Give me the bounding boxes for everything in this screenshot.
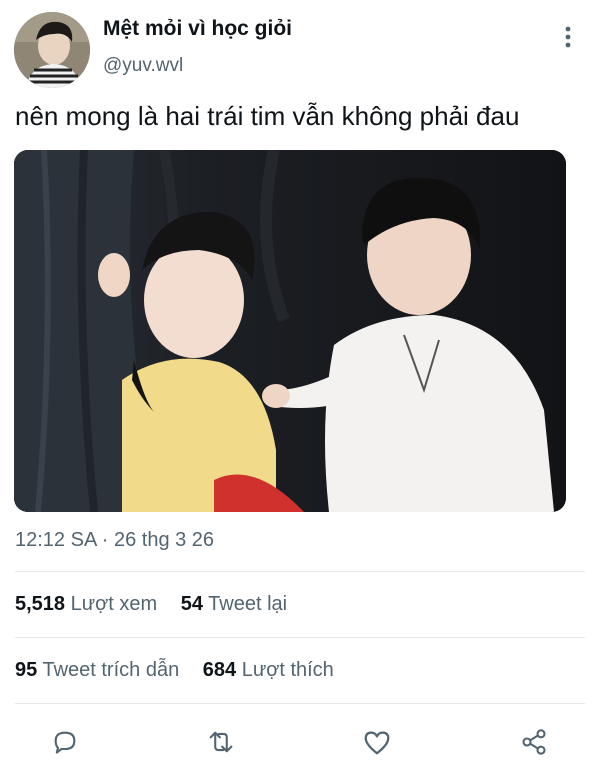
tweet-timestamp[interactable]: 12:12 SA · 26 thg 3 26: [15, 529, 214, 552]
more-options-button[interactable]: [554, 22, 582, 52]
user-handle[interactable]: @yuv.wvl: [103, 55, 183, 77]
likes-label: Lượt thích: [241, 659, 334, 681]
divider: [15, 571, 585, 572]
like-icon: [364, 731, 390, 755]
views-label: Lượt xem: [70, 593, 158, 615]
retweet-button[interactable]: [199, 720, 243, 764]
divider: [15, 637, 585, 638]
quotes-stat[interactable]: 95 Tweet trích dẫn: [15, 659, 179, 682]
quotes-label: Tweet trích dẫn: [42, 659, 180, 681]
views-stat[interactable]: 5,518 Lượt xem: [15, 593, 157, 616]
tweet-media-image[interactable]: [14, 150, 566, 512]
photo: [14, 150, 566, 512]
avatar[interactable]: [14, 12, 90, 88]
likes-stat[interactable]: 684 Lượt thích: [203, 659, 334, 682]
retweet-icon: [209, 731, 233, 753]
quotes-count: 95: [15, 659, 38, 681]
share-icon: [522, 729, 546, 755]
likes-count: 684: [202, 659, 237, 681]
display-name[interactable]: Mệt mỏi vì học giỏi: [103, 17, 292, 41]
more-vertical-icon: [565, 26, 571, 48]
avatar-image: [14, 12, 90, 88]
retweets-label: Tweet lại: [208, 593, 288, 615]
views-count: 5,518: [15, 593, 66, 615]
share-button[interactable]: [512, 720, 556, 764]
reply-button[interactable]: [43, 720, 87, 764]
like-button[interactable]: [355, 720, 399, 764]
stats-row-quotes-likes: 95 Tweet trích dẫn 684 Lượt thích: [15, 659, 346, 682]
reply-icon: [54, 731, 76, 754]
retweets-stat[interactable]: 54 Tweet lại: [181, 593, 287, 616]
tweet-text: nên mong là hai trái tim vẫn không phải …: [15, 101, 520, 131]
divider: [15, 703, 585, 704]
stats-row-views-retweets: 5,518 Lượt xem 54 Tweet lại: [15, 593, 299, 616]
retweets-count: 54: [180, 593, 203, 615]
tweet-action-bar: [0, 720, 600, 764]
